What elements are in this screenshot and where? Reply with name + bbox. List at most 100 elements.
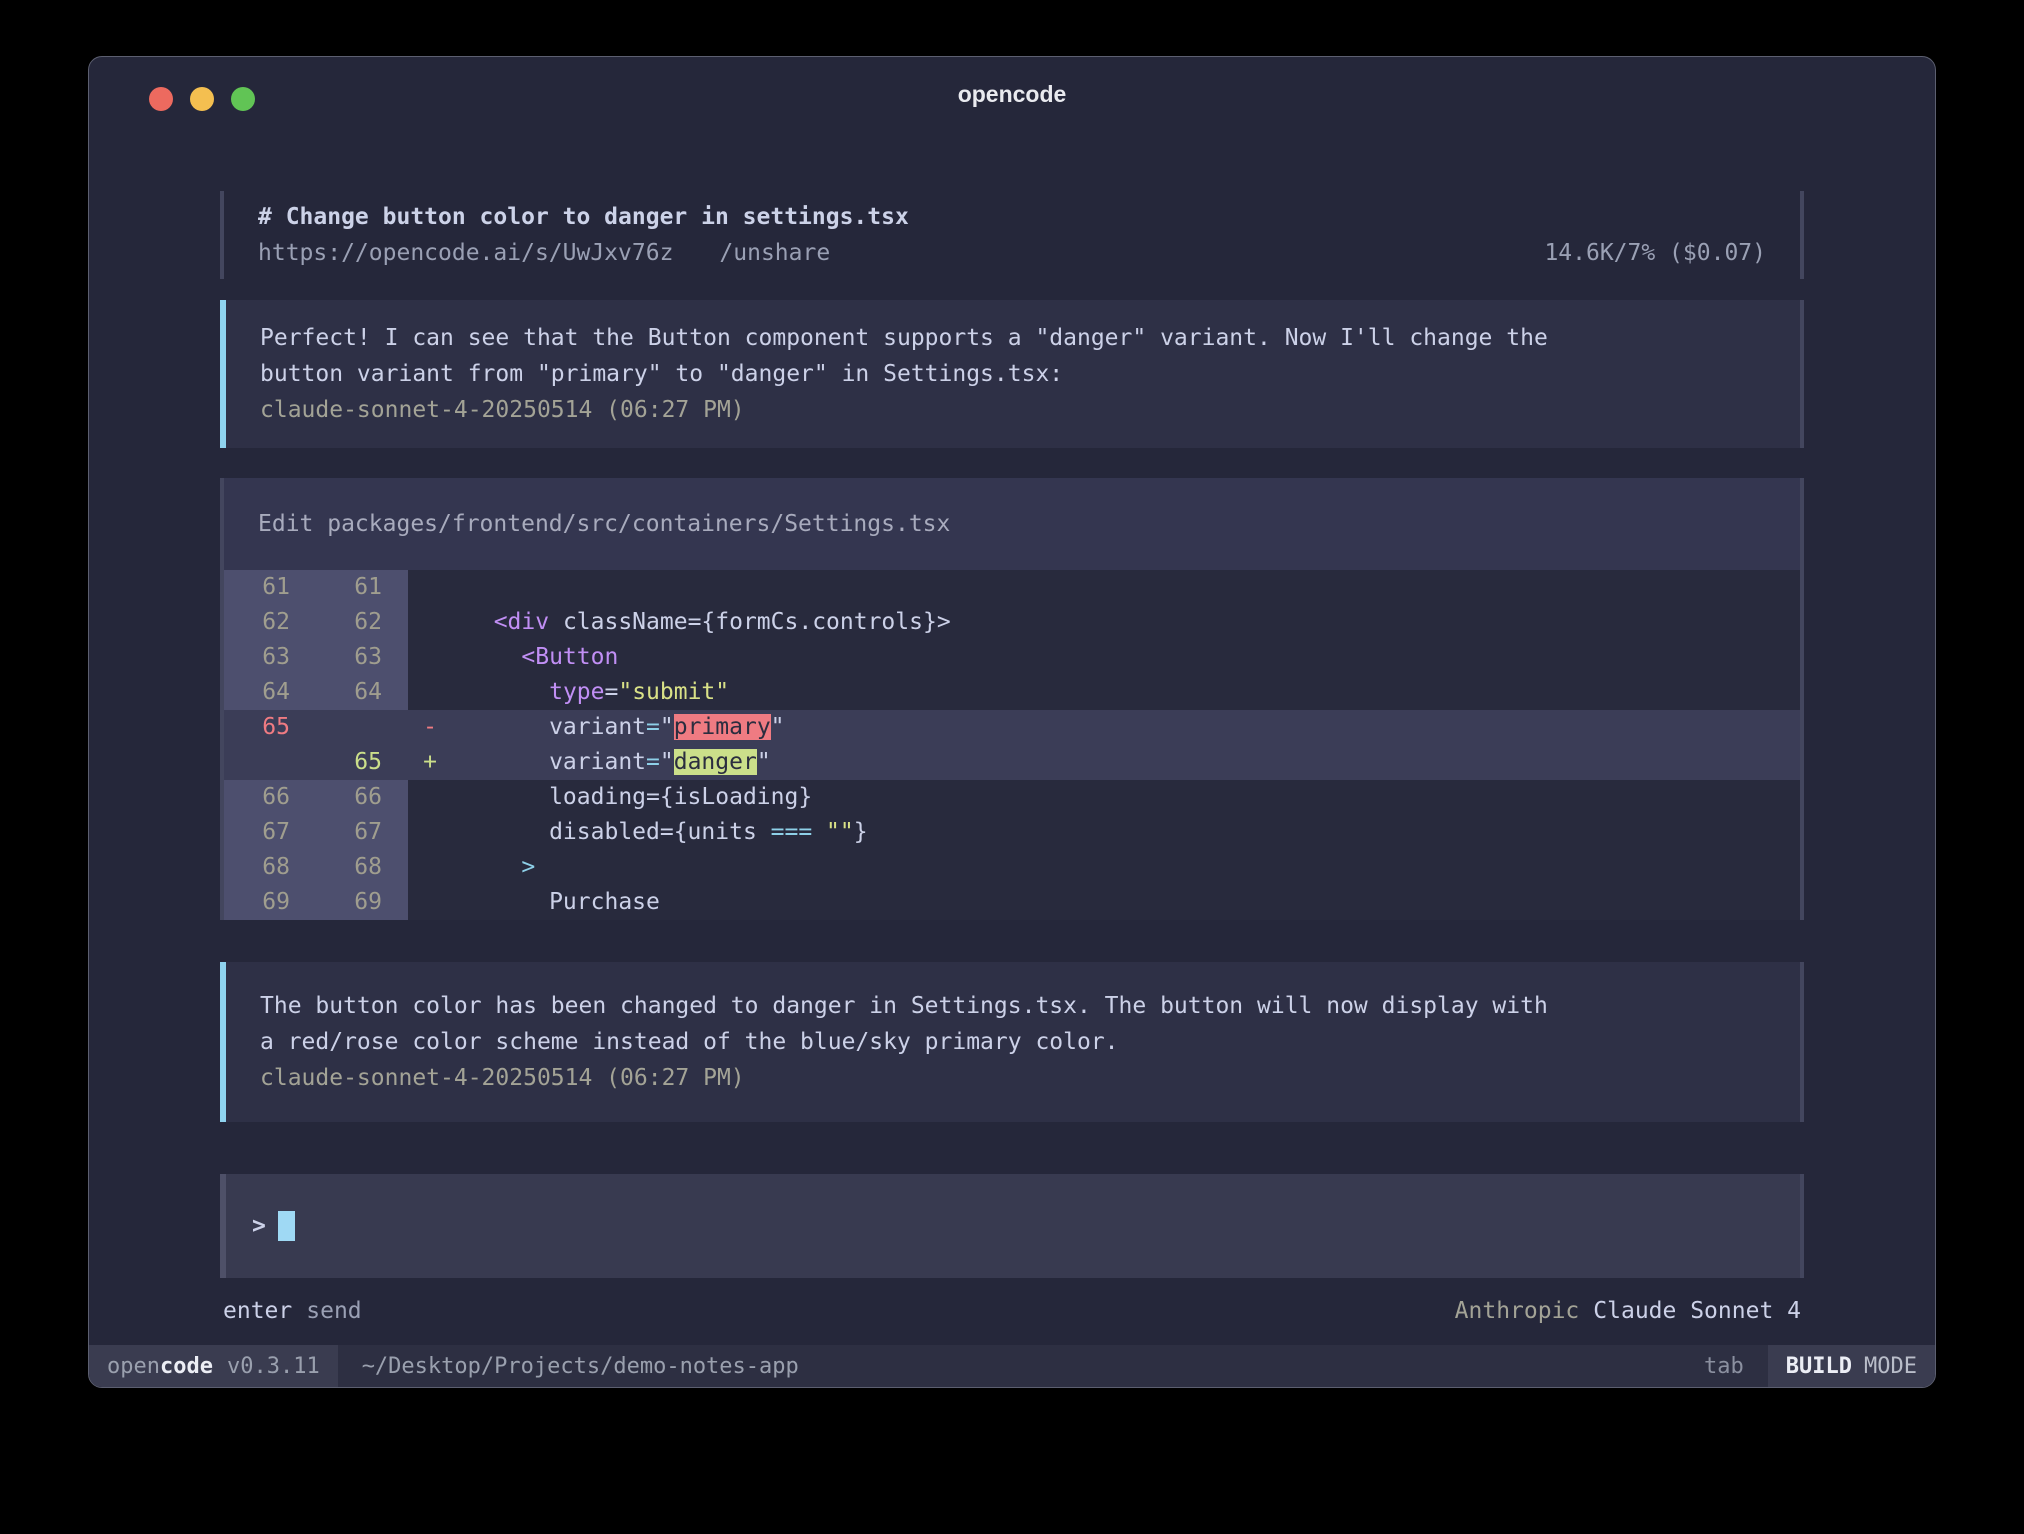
message-model-meta: claude-sonnet-4-20250514 (06:27 PM) <box>260 392 1766 428</box>
prompt-footer: enter send Anthropic Claude Sonnet 4 <box>220 1294 1804 1328</box>
code-token: primary <box>674 714 771 740</box>
diff-code-line: <Button <box>452 640 1800 675</box>
prompt-input[interactable]: > <box>220 1174 1804 1278</box>
diff-change-marker <box>408 885 452 920</box>
code-token: <div <box>494 609 549 635</box>
mode-build-label: BUILD <box>1786 1354 1852 1379</box>
provider-name: Anthropic <box>1455 1298 1580 1324</box>
window-titlebar: opencode <box>89 57 1935 133</box>
code-token: type <box>549 679 604 705</box>
assistant-message-2: The button color has been changed to dan… <box>220 962 1804 1122</box>
diff-row: 6262 <div className={formCs.controls}> <box>224 605 1800 640</box>
app-version: v0.3.11 <box>227 1354 320 1379</box>
diff-new-line-number: 64 <box>316 675 408 710</box>
code-token: "" <box>826 819 854 845</box>
diff-code-line: type="submit" <box>452 675 1800 710</box>
model-indicator: Anthropic Claude Sonnet 4 <box>1455 1294 1801 1328</box>
diff-change-marker <box>408 815 452 850</box>
code-token: variant <box>466 749 646 775</box>
code-token <box>466 854 521 880</box>
code-token: loading={isLoading} <box>466 784 812 810</box>
session-subheader: https://opencode.ai/s/UwJxv76z /unshare … <box>258 235 1766 271</box>
diff-code-line: disabled={units === ""} <box>452 815 1800 850</box>
text-cursor <box>278 1211 295 1241</box>
diff-change-marker: - <box>408 710 452 745</box>
send-hint: enter send <box>223 1294 362 1328</box>
diff-code-line: <div className={formCs.controls}> <box>452 605 1800 640</box>
app-name-open: open <box>107 1354 160 1379</box>
diff-new-line-number: 68 <box>316 850 408 885</box>
diff-old-line-number <box>224 745 316 780</box>
diff-old-line-number: 69 <box>224 885 316 920</box>
diff-change-marker: + <box>408 745 452 780</box>
edit-tool-title: Edit packages/frontend/src/containers/Se… <box>224 478 1800 570</box>
diff-old-line-number: 64 <box>224 675 316 710</box>
message-line: button variant from "primary" to "danger… <box>260 356 1766 392</box>
mode-segment: BUILD MODE <box>1768 1345 1935 1387</box>
diff-row: 6767 disabled={units === ""} <box>224 815 1800 850</box>
diff-old-line-number: 66 <box>224 780 316 815</box>
tab-hint[interactable]: tab <box>1704 1345 1744 1387</box>
diff-row: 6363 <Button <box>224 640 1800 675</box>
code-token: > <box>521 854 535 880</box>
code-token: disabled={units <box>466 819 771 845</box>
diff-row: 6969 Purchase <box>224 885 1800 920</box>
model-name: Claude Sonnet 4 <box>1593 1298 1801 1324</box>
code-token: " <box>757 749 771 775</box>
code-token: === <box>771 819 813 845</box>
message-line: Perfect! I can see that the Button compo… <box>260 320 1766 356</box>
diff-row: 6868 > <box>224 850 1800 885</box>
diff-old-line-number: 63 <box>224 640 316 675</box>
diff-old-line-number: 67 <box>224 815 316 850</box>
share-url: https://opencode.ai/s/UwJxv76z <box>258 235 673 271</box>
diff-new-line-number: 63 <box>316 640 408 675</box>
code-token: = <box>646 714 660 740</box>
diff-new-line-number: 62 <box>316 605 408 640</box>
statusbar-spacer <box>799 1345 1704 1387</box>
diff-row: 65- variant="primary" <box>224 710 1800 745</box>
code-token: variant <box>466 714 646 740</box>
flex-spacer <box>220 1328 1804 1345</box>
diff-code-line: loading={isLoading} <box>452 780 1800 815</box>
diff-change-marker <box>408 605 452 640</box>
working-directory: ~/Desktop/Projects/demo-notes-app <box>362 1345 799 1387</box>
unshare-command: /unshare <box>719 235 830 271</box>
code-token <box>466 679 549 705</box>
message-model-meta: claude-sonnet-4-20250514 (06:27 PM) <box>260 1060 1766 1096</box>
code-token: " <box>660 714 674 740</box>
code-token: <Button <box>521 644 618 670</box>
diff-change-marker <box>408 675 452 710</box>
message-line: The button color has been changed to dan… <box>260 988 1766 1024</box>
app-version-segment: opencodev0.3.11 <box>89 1345 338 1387</box>
code-token: = <box>604 679 618 705</box>
diff-new-line-number <box>316 710 408 745</box>
code-token <box>466 644 521 670</box>
diff-code-line: > <box>452 850 1800 885</box>
send-hint-action: send <box>306 1298 361 1324</box>
opencode-window: opencode # Change button color to danger… <box>88 56 1936 1388</box>
edit-tool-card: Edit packages/frontend/src/containers/Se… <box>220 478 1804 920</box>
code-token: "submit" <box>618 679 729 705</box>
diff-new-line-number: 69 <box>316 885 408 920</box>
send-hint-key: enter <box>223 1298 292 1324</box>
diff-row: 6161 <box>224 570 1800 605</box>
diff-new-line-number: 65 <box>316 745 408 780</box>
diff-new-line-number: 61 <box>316 570 408 605</box>
code-token: danger <box>674 749 757 775</box>
code-token <box>466 609 494 635</box>
session-title: # Change button color to danger in setti… <box>258 199 1766 235</box>
mode-mode-label: MODE <box>1864 1354 1917 1379</box>
message-line: a red/rose color scheme instead of the b… <box>260 1024 1766 1060</box>
diff-table: 61616262 <div className={formCs.controls… <box>224 570 1800 920</box>
diff-row: 65+ variant="danger" <box>224 745 1800 780</box>
diff-change-marker <box>408 570 452 605</box>
diff-new-line-number: 66 <box>316 780 408 815</box>
code-token <box>812 819 826 845</box>
status-bar: opencodev0.3.11 ~/Desktop/Projects/demo-… <box>89 1345 1935 1387</box>
diff-old-line-number: 68 <box>224 850 316 885</box>
code-token: className={formCs.controls}> <box>549 609 951 635</box>
diff-code-line: variant="primary" <box>452 710 1800 745</box>
diff-code-line: Purchase <box>452 885 1800 920</box>
diff-change-marker <box>408 640 452 675</box>
prompt-symbol: > <box>252 1213 266 1239</box>
